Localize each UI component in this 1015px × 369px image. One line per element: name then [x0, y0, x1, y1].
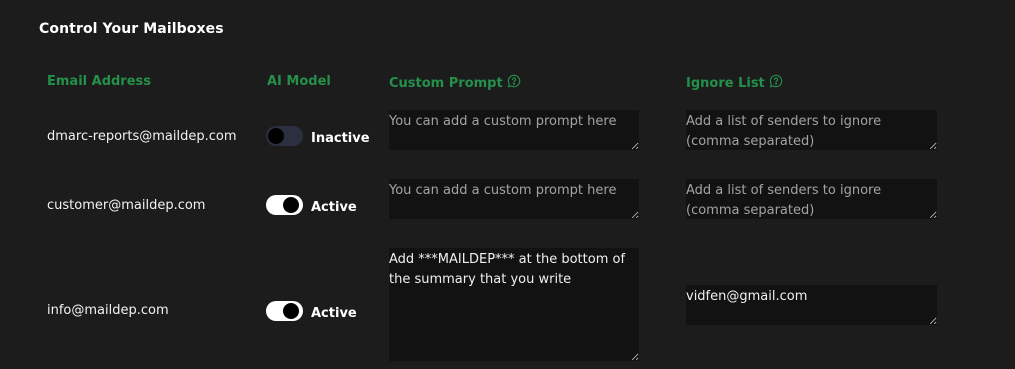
- row-email: customer@maildep.com: [47, 198, 206, 213]
- row-email: info@maildep.com: [47, 303, 169, 318]
- status-label: Active: [311, 306, 357, 321]
- column-header-email: Email Address: [47, 74, 151, 89]
- column-header-model: AI Model: [267, 74, 331, 89]
- toggle-knob: [283, 196, 299, 213]
- row-email: dmarc-reports@maildep.com: [47, 129, 237, 144]
- mailbox-control-panel: Control Your Mailboxes Email Address AI …: [0, 0, 1015, 369]
- status-label: Inactive: [311, 131, 370, 146]
- ai-model-toggle[interactable]: [266, 194, 303, 215]
- ignore-list-field[interactable]: [686, 179, 937, 219]
- column-header-email-label: Email Address: [47, 74, 152, 89]
- column-header-prompt: Custom Prompt: [389, 74, 521, 92]
- ai-model-toggle[interactable]: [266, 125, 303, 146]
- custom-prompt-field[interactable]: [389, 110, 639, 150]
- row-model-toggle-group: Active: [266, 300, 357, 321]
- chat-question-icon[interactable]: [507, 74, 521, 92]
- column-header-ignore-label: Ignore List: [686, 75, 765, 91]
- row-model-toggle-group: Active: [266, 194, 357, 215]
- chat-question-icon[interactable]: [769, 74, 783, 92]
- column-header-prompt-label: Custom Prompt: [389, 75, 503, 91]
- row-model-toggle-group: Inactive: [266, 125, 370, 146]
- custom-prompt-field[interactable]: [389, 179, 639, 219]
- column-header-ignore: Ignore List: [686, 74, 783, 92]
- custom-prompt-field[interactable]: [389, 248, 639, 361]
- status-label: Active: [311, 200, 357, 215]
- ai-model-toggle[interactable]: [266, 300, 303, 321]
- ignore-list-field[interactable]: [686, 285, 937, 325]
- toggle-knob: [268, 127, 284, 144]
- ignore-list-field[interactable]: [686, 110, 937, 150]
- column-header-model-label: AI Model: [267, 74, 331, 89]
- toggle-knob: [283, 302, 299, 319]
- page-title: Control Your Mailboxes: [39, 21, 224, 37]
